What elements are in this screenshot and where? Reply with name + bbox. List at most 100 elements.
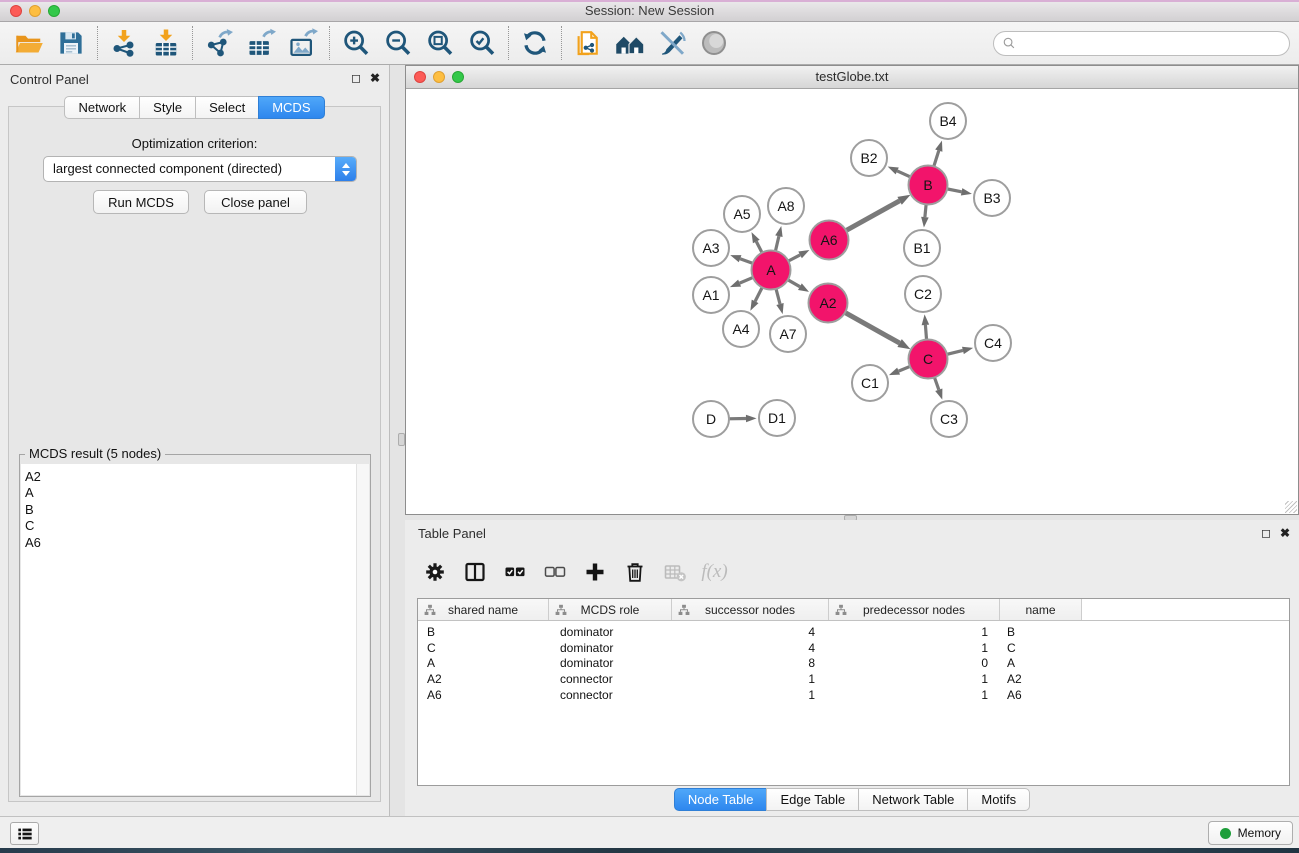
node-A4[interactable]: A4 bbox=[723, 311, 759, 347]
optimization-criterion-dropdown[interactable]: largest connected component (directed) bbox=[43, 156, 357, 182]
table-row[interactable]: Cdominator41C bbox=[418, 640, 1289, 656]
mcds-result-list[interactable]: A2ABCA6 bbox=[21, 464, 369, 795]
node-A7[interactable]: A7 bbox=[770, 316, 806, 352]
node-A2[interactable]: A2 bbox=[809, 284, 848, 323]
table-row[interactable]: A6connector11A6 bbox=[418, 687, 1289, 703]
select-all-button[interactable] bbox=[499, 557, 530, 588]
table-mode-button[interactable] bbox=[419, 557, 450, 588]
zoom-in-button[interactable] bbox=[335, 24, 377, 62]
node-D1[interactable]: D1 bbox=[759, 400, 795, 436]
node-A1[interactable]: A1 bbox=[693, 277, 729, 313]
window-title: Session: New Session bbox=[0, 0, 1299, 21]
node-B1[interactable]: B1 bbox=[904, 230, 940, 266]
zoom-selected-button[interactable] bbox=[461, 24, 503, 62]
search-box[interactable] bbox=[993, 31, 1290, 56]
node-C3[interactable]: C3 bbox=[931, 401, 967, 437]
float-table-panel-icon[interactable]: ◻ bbox=[1261, 526, 1271, 540]
network-canvas[interactable]: B4 B2 B B3 A5A8A6 A3 B1 A A1 C2 A2 A4 A7 C4 C C1 C3 D D1 bbox=[406, 90, 1298, 514]
result-list-scrollbar[interactable] bbox=[356, 464, 369, 795]
table-cell: dominator bbox=[549, 641, 672, 655]
window-resize-grip[interactable] bbox=[1285, 501, 1297, 513]
column-header-predecessor-nodes[interactable]: predecessor nodes bbox=[829, 599, 1000, 620]
home-button[interactable] bbox=[609, 24, 651, 62]
tab-network[interactable]: Network bbox=[64, 96, 140, 119]
open-session-button[interactable] bbox=[8, 24, 50, 62]
mcds-result-item[interactable]: A6 bbox=[25, 535, 369, 551]
import-network-button[interactable] bbox=[103, 24, 145, 62]
tab-node-table[interactable]: Node Table bbox=[674, 788, 768, 811]
tab-mcds[interactable]: MCDS bbox=[258, 96, 324, 119]
node-B[interactable]: B bbox=[909, 166, 948, 205]
column-header-name[interactable]: name bbox=[1000, 599, 1082, 620]
edge-A2-C[interactable] bbox=[843, 312, 899, 344]
edge-A6-B[interactable] bbox=[844, 201, 899, 232]
node-A5[interactable]: A5 bbox=[724, 196, 760, 232]
column-header-MCDS-role[interactable]: MCDS role bbox=[549, 599, 672, 620]
node-A3[interactable]: A3 bbox=[693, 230, 729, 266]
tab-select[interactable]: Select bbox=[195, 96, 259, 119]
node-A8[interactable]: A8 bbox=[768, 188, 804, 224]
show-graphics-button[interactable] bbox=[693, 24, 735, 62]
mcds-result-item[interactable]: B bbox=[25, 502, 369, 518]
table-row[interactable]: Bdominator41B bbox=[418, 624, 1289, 640]
node-A[interactable]: A bbox=[752, 251, 791, 290]
delete-columns-button[interactable] bbox=[619, 557, 650, 588]
network-window-titlebar[interactable]: testGlobe.txt bbox=[406, 66, 1298, 89]
node-D[interactable]: D bbox=[693, 401, 729, 437]
zoom-fit-button[interactable] bbox=[419, 24, 461, 62]
tab-motifs[interactable]: Motifs bbox=[967, 788, 1030, 811]
column-header-successor-nodes[interactable]: successor nodes bbox=[672, 599, 829, 620]
tab-style[interactable]: Style bbox=[139, 96, 196, 119]
table-cell: 1 bbox=[829, 688, 1000, 702]
node-C1[interactable]: C1 bbox=[852, 365, 888, 401]
export-network-button[interactable] bbox=[198, 24, 240, 62]
show-columns-button[interactable] bbox=[459, 557, 490, 588]
create-column-button[interactable] bbox=[579, 557, 610, 588]
deselect-all-button[interactable] bbox=[539, 557, 570, 588]
mcds-result-item[interactable]: A bbox=[25, 485, 369, 501]
table-cell: A2 bbox=[418, 672, 549, 686]
close-window-button[interactable] bbox=[10, 5, 22, 17]
vertical-splitter-handle[interactable] bbox=[398, 433, 405, 446]
tab-network-table[interactable]: Network Table bbox=[858, 788, 968, 811]
import-table-button[interactable] bbox=[145, 24, 187, 62]
tab-edge-table[interactable]: Edge Table bbox=[766, 788, 859, 811]
float-panel-icon[interactable]: ◻ bbox=[351, 71, 361, 85]
mcds-result-item[interactable]: C bbox=[25, 518, 369, 534]
network-close-button[interactable] bbox=[414, 71, 426, 83]
table-row[interactable]: A2connector11A2 bbox=[418, 671, 1289, 687]
save-session-button[interactable] bbox=[50, 24, 92, 62]
column-header-shared-name[interactable]: shared name bbox=[418, 599, 549, 620]
zoom-out-button[interactable] bbox=[377, 24, 419, 62]
column-header-label: name bbox=[1025, 603, 1055, 617]
network-minimize-button[interactable] bbox=[433, 71, 445, 83]
node-C4[interactable]: C4 bbox=[975, 325, 1011, 361]
close-table-panel-icon[interactable]: ✖ bbox=[1280, 526, 1290, 540]
run-mcds-button[interactable]: Run MCDS bbox=[93, 190, 189, 214]
node-C[interactable]: C bbox=[909, 340, 948, 379]
toolbar-separator bbox=[329, 26, 330, 60]
clone-network-button[interactable] bbox=[567, 24, 609, 62]
table-row[interactable]: Adominator80A bbox=[418, 655, 1289, 671]
table-toolbar: f(x) bbox=[419, 551, 730, 593]
close-panel-button[interactable]: Close panel bbox=[204, 190, 307, 214]
search-input[interactable] bbox=[1018, 36, 1283, 51]
minimize-window-button[interactable] bbox=[29, 5, 41, 17]
zoom-window-button[interactable] bbox=[48, 5, 60, 17]
show-panels-button[interactable] bbox=[10, 822, 39, 845]
refresh-view-button[interactable] bbox=[514, 24, 556, 62]
memory-button[interactable]: Memory bbox=[1208, 821, 1293, 845]
export-image-button[interactable] bbox=[282, 24, 324, 62]
close-panel-icon[interactable]: ✖ bbox=[370, 71, 380, 85]
node-B2[interactable]: B2 bbox=[851, 140, 887, 176]
node-B4[interactable]: B4 bbox=[930, 103, 966, 139]
export-table-button[interactable] bbox=[240, 24, 282, 62]
network-zoom-button[interactable] bbox=[452, 71, 464, 83]
node-C2[interactable]: C2 bbox=[905, 276, 941, 312]
node-A6[interactable]: A6 bbox=[810, 221, 849, 260]
node-B3[interactable]: B3 bbox=[974, 180, 1010, 216]
hide-graphics-button[interactable] bbox=[651, 24, 693, 62]
mcds-result-item[interactable]: A2 bbox=[25, 469, 369, 485]
svg-text:C: C bbox=[923, 351, 933, 367]
zoom-selected-icon bbox=[467, 28, 497, 58]
